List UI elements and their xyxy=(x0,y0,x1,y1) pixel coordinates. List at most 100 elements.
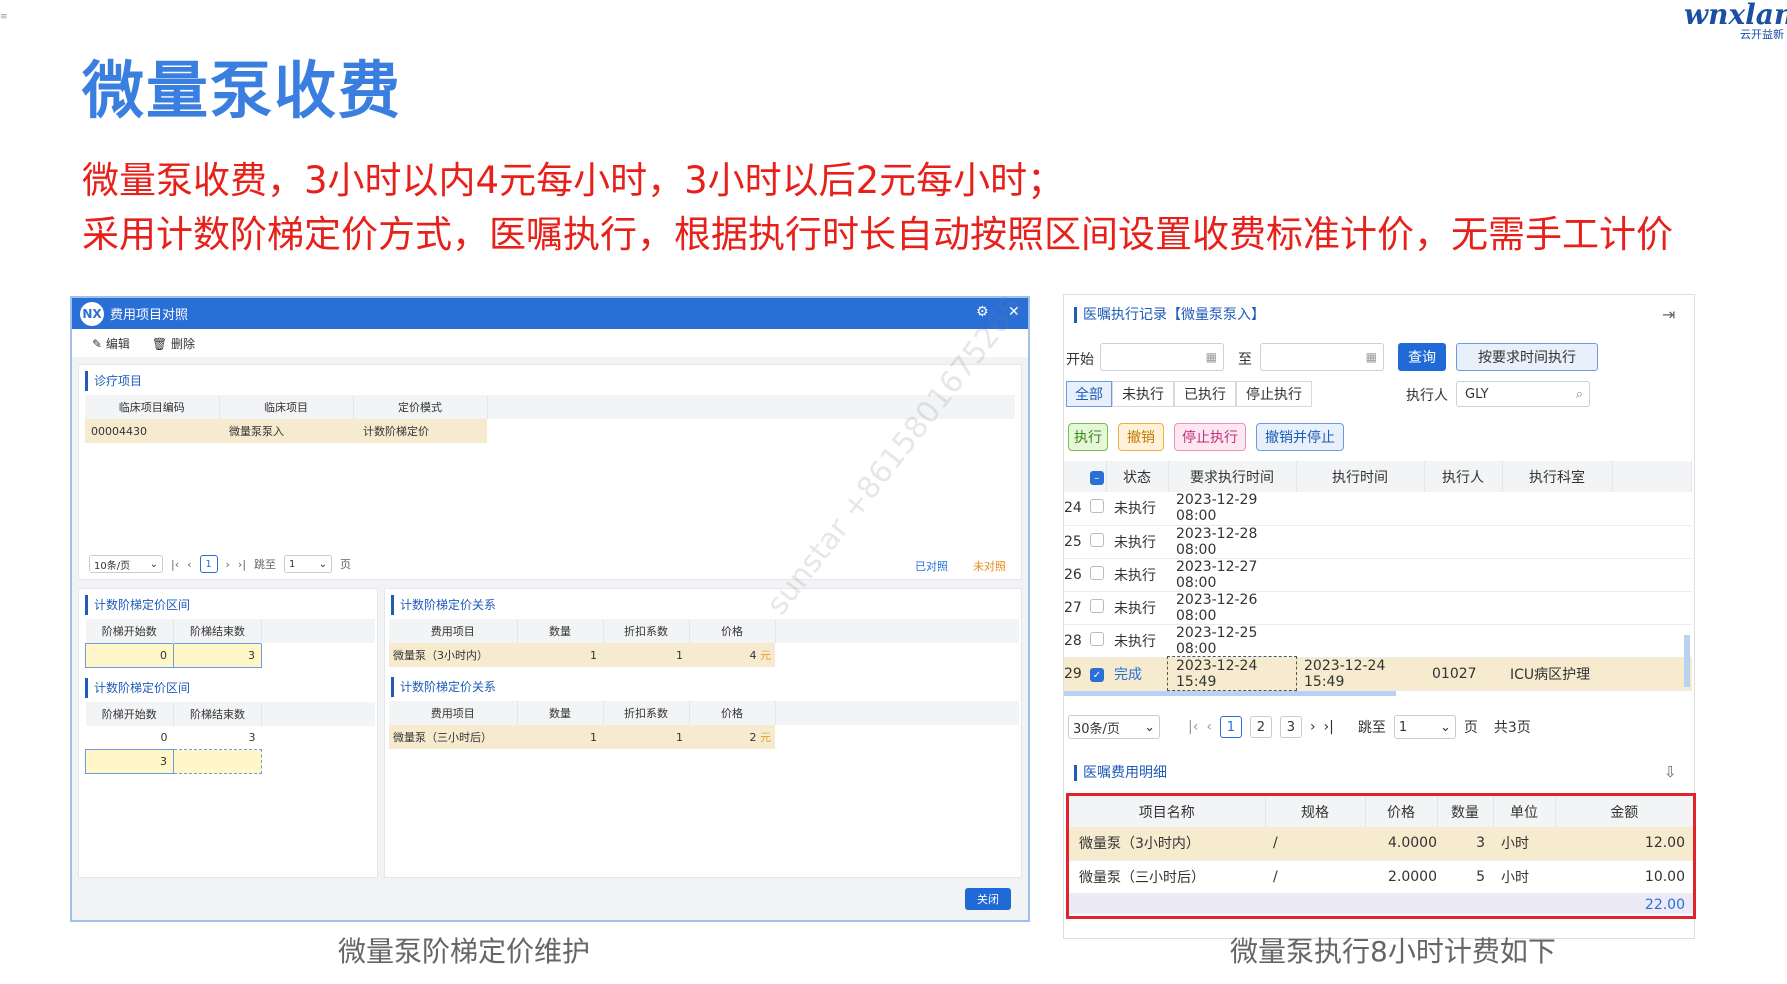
last-page-icon[interactable]: ›| xyxy=(1324,719,1334,735)
page-2[interactable]: 2 xyxy=(1249,716,1272,738)
row-checkbox[interactable] xyxy=(1088,591,1106,625)
cell-fee-item: 微量泵（三小时后） xyxy=(389,725,517,749)
pencil-icon: ✎ xyxy=(92,336,103,351)
cell-executor xyxy=(1424,558,1502,592)
cell-req-time: 2023-12-26 08:00 xyxy=(1168,591,1296,625)
start-date-input[interactable]: ▦ xyxy=(1100,343,1224,371)
page-size-select[interactable]: 10条/页 ⌄ xyxy=(89,555,163,573)
cell-range-end[interactable]: 3 xyxy=(174,726,262,750)
next-page-icon[interactable]: › xyxy=(226,558,230,571)
execute-button[interactable]: 执行 xyxy=(1068,423,1108,451)
toolbar: ✎ 编辑 🗑 删除 xyxy=(72,329,1028,357)
next-page-icon[interactable]: › xyxy=(1310,719,1316,735)
revoke-button[interactable]: 撤销 xyxy=(1118,423,1164,451)
range2-title: 计数阶梯定价区间 xyxy=(85,677,377,698)
row-checkbox[interactable]: ✓ xyxy=(1088,657,1106,691)
start-label: 开始 xyxy=(1066,352,1094,368)
col-discount: 折扣系数 xyxy=(603,619,690,643)
calendar-icon: ▦ xyxy=(1365,350,1377,364)
first-page-icon[interactable]: |‹ xyxy=(1188,719,1198,735)
prev-page-icon[interactable]: ‹ xyxy=(1206,719,1212,735)
cell-exec-time xyxy=(1296,492,1424,526)
table-row[interactable]: 00004430 微量泵泵入 计数阶梯定价 xyxy=(85,419,1015,443)
page-number[interactable]: 1 xyxy=(199,555,218,573)
cell-req-time: 2023-12-28 08:00 xyxy=(1168,525,1296,559)
exec-pager: 30条/页 ⌄ |‹ ‹ 1 2 3 › ›| 跳至 1 ⌄ 页 共3页 xyxy=(1068,715,1531,739)
cell-range-end[interactable]: 3 xyxy=(173,642,262,668)
table-row[interactable]: 微量泵（三小时后）/2.0000 5 小时 10.00 xyxy=(1069,860,1693,894)
edit-button[interactable]: ✎ 编辑 xyxy=(92,335,130,352)
col-qty: 数量 xyxy=(517,701,604,725)
v-scrollbar[interactable] xyxy=(1684,635,1690,687)
tab-stopped[interactable]: 停止执行 xyxy=(1236,381,1312,407)
collapse-icon[interactable]: ⇩ xyxy=(1664,763,1677,781)
cell-dept xyxy=(1502,624,1612,658)
table-row[interactable]: 29 ✓ 完成 2023-12-24 15:49 2023-12-24 15:49 010… xyxy=(1064,656,1692,691)
row-checkbox[interactable] xyxy=(1088,492,1106,526)
table-row[interactable]: 3 xyxy=(85,749,375,774)
revoke-stop-button[interactable]: 撤销并停止 xyxy=(1256,423,1344,451)
app-badge: NX xyxy=(80,301,104,326)
table-row[interactable]: 微量泵（三小时后） 1 1 2 元 xyxy=(389,725,1019,749)
page-1[interactable]: 1 xyxy=(1219,716,1242,738)
prev-page-icon[interactable]: ‹ xyxy=(187,558,191,571)
cell-executor xyxy=(1424,525,1502,559)
table-row[interactable]: 24 未执行 2023-12-29 08:00 xyxy=(1064,492,1692,526)
page-size-select[interactable]: 30条/页 ⌄ xyxy=(1068,715,1160,739)
cell-range-start[interactable]: 3 xyxy=(85,749,174,774)
cell-item: 微量泵泵入 xyxy=(219,419,353,443)
cell-fee-price: 2.0000 xyxy=(1365,860,1437,894)
table-row[interactable]: 微量泵（3小时内）/4.0000 3 小时 12.00 xyxy=(1069,827,1693,861)
table-row[interactable]: 03 xyxy=(85,642,375,668)
executor-input[interactable]: GLY ⌕ xyxy=(1456,381,1590,407)
row-checkbox[interactable] xyxy=(1088,525,1106,559)
jump-select[interactable]: 1 ⌄ xyxy=(284,555,333,573)
tab-pending[interactable]: 未执行 xyxy=(1112,381,1174,407)
chevron-down-icon: ⌄ xyxy=(1439,719,1451,735)
cell-mode: 计数阶梯定价 xyxy=(353,419,487,443)
table-row[interactable]: 27 未执行 2023-12-26 08:00 xyxy=(1064,591,1692,625)
tab-executed[interactable]: 已执行 xyxy=(1174,381,1236,407)
last-page-icon[interactable]: ›| xyxy=(238,558,246,571)
tab-all[interactable]: 全部 xyxy=(1066,381,1112,407)
row-checkbox[interactable] xyxy=(1088,558,1106,592)
table-row[interactable]: 28 未执行 2023-12-25 08:00 xyxy=(1064,624,1692,658)
cell-fee-name: 微量泵（3小时内） xyxy=(1069,827,1265,861)
cell-range-start[interactable]: 0 xyxy=(85,642,174,668)
exit-icon[interactable]: ⇥ xyxy=(1662,305,1675,324)
cell-range-start[interactable]: 0 xyxy=(86,726,174,750)
exec-by-time-button[interactable]: 按要求时间执行 xyxy=(1456,343,1598,371)
mapped-filter[interactable]: 已对照 xyxy=(915,558,948,574)
order-exec-window: 医嘱执行记录【微量泵泵入】 ⇥ 开始 ▦ 至 ▦ 查询 按要求时间执行 全部 未… xyxy=(1063,294,1696,939)
cell-range-end[interactable] xyxy=(173,749,262,774)
cell-fee-item: 微量泵（3小时内） xyxy=(389,643,517,667)
row-checkbox[interactable] xyxy=(1088,624,1106,658)
jump-select[interactable]: 1 ⌄ xyxy=(1393,715,1456,739)
page-3[interactable]: 3 xyxy=(1279,716,1302,738)
table-row[interactable]: 26 未执行 2023-12-27 08:00 xyxy=(1064,558,1692,592)
table-row[interactable]: 03 xyxy=(86,726,375,750)
cell-req-time: 2023-12-24 15:49 xyxy=(1167,656,1297,691)
cell-discount: 1 xyxy=(603,725,689,749)
delete-label: 删除 xyxy=(170,336,195,351)
caption-right: 微量泵执行8小时计费如下 xyxy=(1230,935,1556,968)
h-scrollbar[interactable] xyxy=(1064,691,1396,696)
unmapped-filter[interactable]: 未对照 xyxy=(973,558,1006,574)
select-all-checkbox[interactable]: – xyxy=(1088,461,1107,492)
stop-exec-button[interactable]: 停止执行 xyxy=(1174,423,1246,451)
delete-button[interactable]: 🗑 删除 xyxy=(152,335,195,352)
cell-status: 未执行 xyxy=(1106,624,1168,658)
first-page-icon[interactable]: |‹ xyxy=(171,558,179,571)
cell-dept xyxy=(1502,558,1612,592)
caption-left: 微量泵阶梯定价维护 xyxy=(338,935,591,968)
close-button[interactable]: 关闭 xyxy=(965,888,1011,910)
col-fee-unit: 单位 xyxy=(1493,796,1556,827)
col-executor: 执行人 xyxy=(1424,461,1503,492)
col-qty: 数量 xyxy=(517,619,604,643)
table-row[interactable]: 25 未执行 2023-12-28 08:00 xyxy=(1064,525,1692,559)
end-date-input[interactable]: ▦ xyxy=(1260,343,1384,371)
rel2-table: 费用项目 数量 折扣系数 价格 微量泵（三小时后） 1 1 2 元 xyxy=(389,701,1019,749)
table-row[interactable]: 微量泵（3小时内） 1 1 4 元 xyxy=(389,643,1019,667)
to-label: 至 xyxy=(1238,352,1252,368)
query-button[interactable]: 查询 xyxy=(1398,343,1446,371)
